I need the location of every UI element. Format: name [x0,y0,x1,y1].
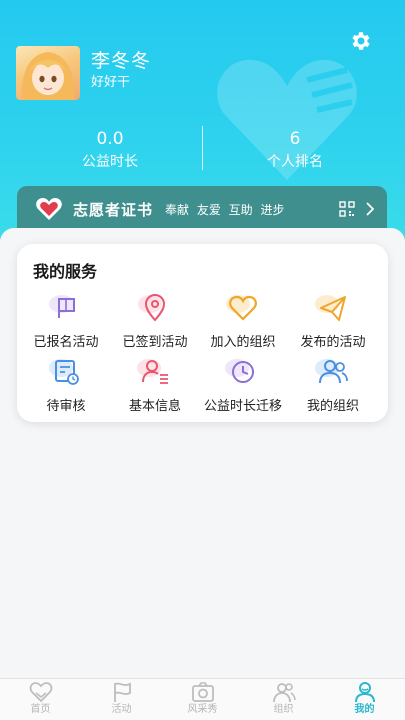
stat-label: 个人排名 [267,154,323,170]
service-basic-info[interactable]: 基本信息 [109,356,201,414]
tab-home[interactable]: 首页 [0,679,81,720]
send-icon [313,292,353,326]
avatar[interactable] [16,46,80,100]
user-card-icon [135,356,175,390]
stat-service-hours[interactable]: 0.0 公益时长 [40,129,180,172]
stat-value: 0.0 [96,129,124,149]
service-label: 加入的组织 [210,335,276,350]
tab-label: 活动 [111,704,132,715]
flag-icon [46,292,86,326]
flag-icon [113,682,131,702]
service-label: 已报名活动 [33,335,99,350]
qr-code-icon[interactable] [339,201,355,217]
certificate-title: 志愿者证书 [73,200,154,219]
user-name: 李冬冬 [91,50,152,72]
tab-label: 我的 [354,704,375,715]
service-my-organizations[interactable]: 我的组织 [287,356,379,414]
users-icon [313,356,353,390]
tab-showcase[interactable]: 风采秀 [162,679,243,720]
tab-mine[interactable]: 我的 [324,679,405,720]
service-label: 发布的活动 [300,335,366,350]
bottom-tab-bar: 首页 活动 风采秀 组织 我的 [0,678,405,720]
settings-gear-icon[interactable] [349,29,373,53]
services-title: 我的服务 [33,262,98,281]
heart-hand-icon [36,198,62,220]
service-published-activities[interactable]: 发布的活动 [287,292,379,350]
avatar-illustration [21,52,75,100]
heart-hand-icon [29,682,52,703]
service-hours-transfer[interactable]: 公益时长迁移 [197,356,289,414]
chevron-right-icon [366,202,375,216]
service-joined-organizations[interactable]: 加入的组织 [197,292,289,350]
stat-label: 公益时长 [82,154,138,170]
tab-organizations[interactable]: 组织 [243,679,324,720]
volunteer-certificate-bar[interactable]: 志愿者证书 奉献 友爱 互助 进步 [17,186,387,232]
camera-icon [191,682,214,702]
service-registered-activities[interactable]: 已报名活动 [20,292,112,350]
certificate-tags: 奉献 友爱 互助 进步 [165,202,285,217]
service-checked-in-activities[interactable]: 已签到活动 [109,292,201,350]
service-label: 公益时长迁移 [203,399,282,414]
service-label: 待审核 [46,399,86,414]
calendar-clock-icon [46,356,86,390]
service-label: 我的组织 [306,399,359,414]
stat-value: 6 [289,129,301,149]
profile-icon [354,682,375,703]
service-label: 基本信息 [128,399,181,414]
tab-label: 首页 [30,704,51,715]
stat-divider [202,126,203,170]
clock-icon [223,356,263,390]
user-motto: 好好干 [91,75,131,90]
location-pin-icon [135,292,175,326]
tab-label: 组织 [273,704,294,715]
heart-icon [223,292,263,326]
my-services-card: 我的服务 已报名活动 已签到活动 加入的组织 发布的活动 待审核 基本信息 公益… [17,244,388,422]
users-icon [272,683,296,703]
tab-label: 风采秀 [187,704,218,715]
stat-ranking[interactable]: 6 个人排名 [225,129,365,172]
service-pending-review[interactable]: 待审核 [20,356,112,414]
service-label: 已签到活动 [122,335,188,350]
tab-activities[interactable]: 活动 [81,679,162,720]
